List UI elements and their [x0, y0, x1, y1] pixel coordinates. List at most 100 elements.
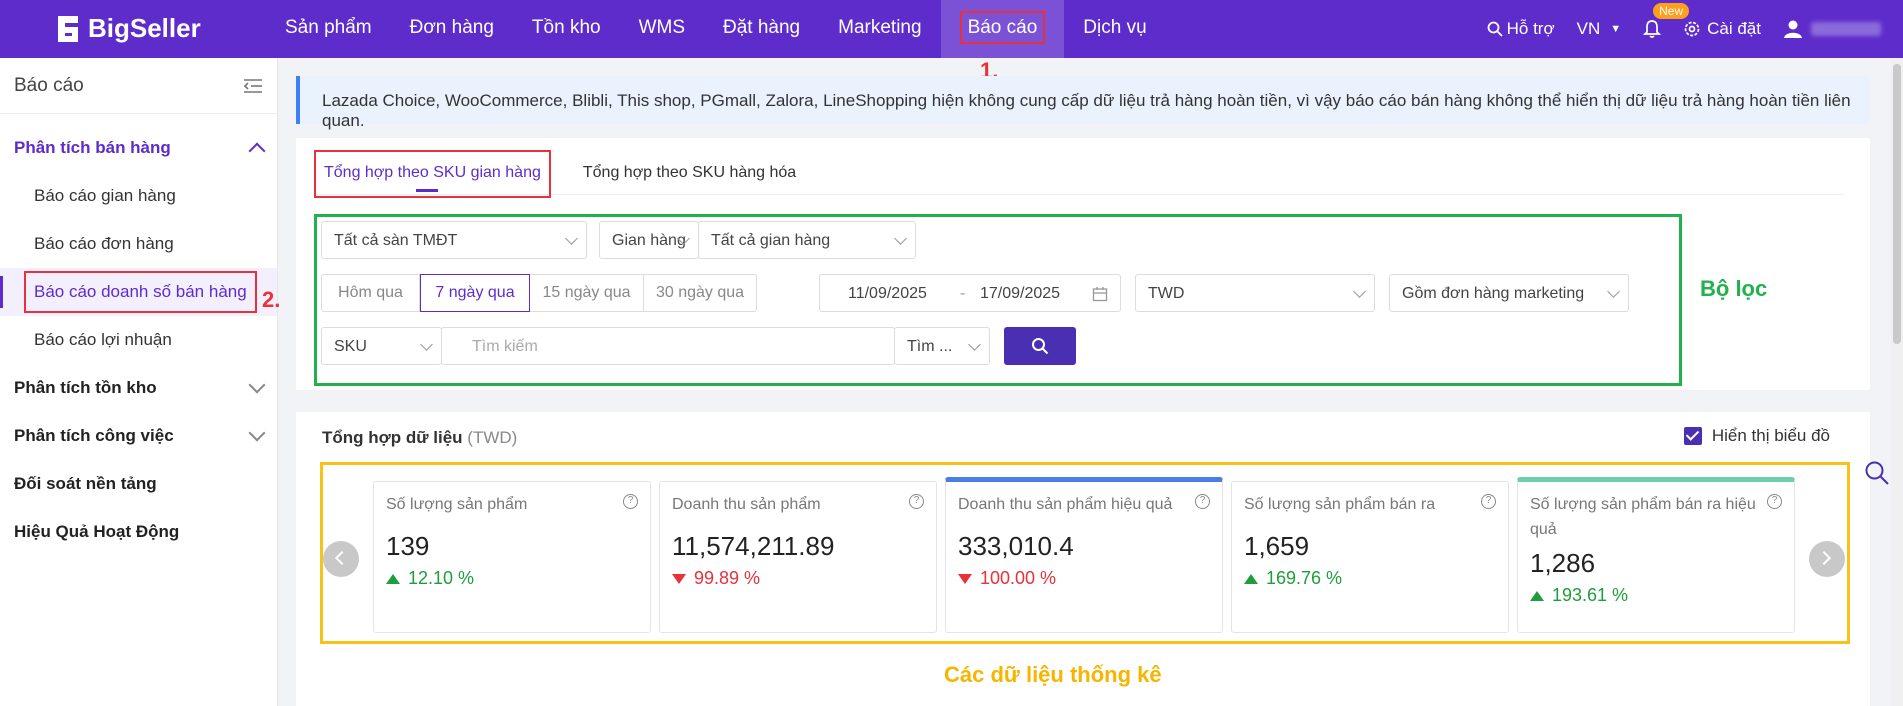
scrollbar-thumb[interactable] — [1893, 64, 1901, 344]
sidebar-header: Báo cáo — [0, 58, 277, 114]
search-mode-value: Tìm ... — [907, 338, 953, 355]
logo-text: BigSeller — [88, 13, 201, 43]
sidebar-group-work-analysis[interactable]: Phân tích công việc — [0, 412, 277, 460]
stat-value: 1,659 — [1244, 531, 1310, 561]
sidebar-group-sales-analysis[interactable]: Phân tích bán hàng — [0, 124, 277, 172]
range-30-days[interactable]: 30 ngày qua — [644, 275, 756, 311]
sidebar-item-label: Báo cáo đơn hàng — [34, 234, 174, 253]
tab-goods-sku-summary[interactable]: Tổng hợp theo SKU hàng hóa — [575, 150, 804, 194]
collapse-menu-icon[interactable] — [243, 78, 263, 94]
marketing-select[interactable]: Gồm đơn hàng marketing — [1389, 274, 1629, 312]
nav-item-marketing[interactable]: Marketing — [819, 0, 940, 58]
notification-button[interactable]: New — [1643, 3, 1690, 39]
search-mode-select[interactable]: Tìm ... — [894, 327, 990, 365]
range-15-days[interactable]: 15 ngày qua — [530, 275, 644, 311]
nav-label: WMS — [638, 17, 686, 38]
sidebar-group-label: Hiệu Quả Hoạt Động — [14, 522, 180, 541]
prev-arrow-button[interactable] — [323, 541, 359, 577]
language-select[interactable]: VN ▼ — [1577, 19, 1622, 39]
range-yesterday[interactable]: Hôm qua — [322, 275, 420, 311]
sidebar-group-label: Phân tích công việc — [14, 426, 174, 445]
search-field-select[interactable]: SKU — [321, 327, 442, 365]
stat-card: Doanh thu sản phẩm hiệu quả ? 333,010.4 … — [945, 477, 1223, 633]
help-icon[interactable]: ? — [1481, 494, 1496, 509]
new-badge: New — [1653, 3, 1690, 19]
nav-item-wms[interactable]: WMS — [620, 0, 704, 58]
shop-select[interactable]: Tất cả gian hàng — [698, 221, 916, 259]
stat-change-value: 169.76 % — [1266, 568, 1343, 588]
sidebar-item-profit-report[interactable]: Báo cáo lợi nhuận — [0, 316, 277, 364]
nav-item-inventory[interactable]: Tồn kho — [513, 0, 620, 58]
help-icon[interactable]: ? — [909, 494, 924, 509]
stat-change: 12.10 % — [386, 568, 638, 589]
stats-area: Số lượng sản phẩm ? 139 12.10 % Doanh th… — [320, 462, 1850, 644]
nav-item-products[interactable]: Sản phẩm — [266, 0, 391, 58]
filter-annotation-label: Bộ lọc — [1700, 276, 1768, 301]
nav-label: Sản phẩm — [285, 17, 372, 38]
user-menu[interactable] — [1783, 19, 1881, 39]
sidebar-item-label: Báo cáo lợi nhuận — [34, 330, 172, 349]
sidebar-group-inventory-analysis[interactable]: Phân tích tồn kho — [0, 364, 277, 412]
nav-item-purchase[interactable]: Đặt hàng — [704, 0, 819, 58]
support-link[interactable]: Hỗ trợ — [1487, 19, 1555, 39]
nav-item-orders[interactable]: Đơn hàng — [391, 0, 513, 58]
nav-item-services[interactable]: Dịch vụ — [1064, 0, 1165, 58]
help-icon[interactable]: ? — [623, 494, 638, 509]
logo[interactable]: BigSeller — [54, 13, 201, 44]
sidebar-title: Báo cáo — [14, 74, 84, 96]
tab-shop-sku-summary[interactable]: Tổng hợp theo SKU gian hàng — [314, 150, 551, 198]
checkbox-checked-icon — [1683, 427, 1702, 445]
sidebar-group-label: Phân tích tồn kho — [14, 378, 157, 397]
sidebar-item-order-report[interactable]: Báo cáo đơn hàng — [0, 220, 277, 268]
sidebar-group-platform-reconciliation[interactable]: Đối soát nền tảng — [0, 460, 277, 508]
bell-icon — [1643, 20, 1662, 38]
date-separator: - — [960, 285, 966, 302]
range-7-days[interactable]: 7 ngày qua — [420, 274, 530, 312]
sidebar-item-label: Báo cáo gian hàng — [34, 186, 176, 205]
sidebar-group-label: Đối soát nền tảng — [14, 474, 157, 493]
settings-link[interactable]: Cài đặt — [1683, 19, 1761, 39]
chevron-down-icon — [894, 232, 907, 245]
stat-label: Doanh thu sản phẩm hiệu quả — [958, 496, 1173, 513]
stat-card: Doanh thu sản phẩm ? 11,574,211.89 99.89… — [659, 481, 937, 633]
chevron-down-icon — [1607, 285, 1620, 298]
user-icon — [1784, 20, 1802, 38]
zoom-search-icon[interactable] — [1864, 460, 1890, 486]
help-icon[interactable]: ? — [1767, 494, 1782, 509]
arrow-up-icon — [1244, 573, 1258, 584]
help-icon[interactable]: ? — [1195, 494, 1210, 509]
stat-card: Số lượng sản phẩm bán ra hiệu quả ? 1,28… — [1517, 477, 1795, 633]
stat-value: 333,010.4 — [958, 531, 1074, 561]
search-field-value: SKU — [334, 338, 367, 355]
stat-card: Số lượng sản phẩm bán ra ? 1,659 169.76 … — [1231, 481, 1509, 633]
currency-select[interactable]: TWD — [1135, 274, 1375, 312]
search-input[interactable]: Tìm kiếm — [441, 327, 895, 365]
nav-item-reports[interactable]: Báo cáo — [940, 0, 1065, 58]
stat-label: Số lượng sản phẩm bán ra hiệu quả — [1530, 496, 1756, 538]
chevron-up-icon — [248, 142, 266, 160]
search-button[interactable] — [1004, 327, 1076, 365]
language-label: VN — [1576, 19, 1601, 38]
show-chart-label: Hiển thị biểu đồ — [1711, 426, 1830, 445]
page-scrollbar[interactable] — [1891, 58, 1903, 706]
sidebar-item-sales-revenue-report[interactable]: Báo cáo doanh số bán hàng — [0, 268, 277, 316]
sidebar: Báo cáo Phân tích bán hàng Báo cáo gian … — [0, 58, 278, 706]
platform-select[interactable]: Tất cả sàn TMĐT — [321, 221, 587, 259]
settings-label: Cài đặt — [1707, 19, 1761, 38]
caret-down-icon: ▼ — [1610, 23, 1622, 35]
top-navbar: BigSeller Sản phẩm Đơn hàng Tồn kho WMS … — [0, 0, 1903, 58]
shop-type-select[interactable]: Gian hàng — [599, 221, 699, 259]
date-range-picker[interactable]: 11/09/2025 - 17/09/2025 — [819, 274, 1121, 312]
sidebar-group-label: Phân tích bán hàng — [14, 138, 171, 157]
calendar-icon — [1092, 287, 1108, 302]
arrow-up-icon — [1530, 590, 1544, 601]
date-from: 11/09/2025 — [848, 285, 927, 302]
marketing-value: Gồm đơn hàng marketing — [1402, 285, 1585, 302]
filter-area: Tất cả sàn TMĐT Gian hàng Tất cả gian hà… — [314, 214, 1682, 386]
sidebar-group-operation-efficiency[interactable]: Hiệu Quả Hoạt Động — [0, 508, 277, 556]
stat-card: Số lượng sản phẩm ? 139 12.10 % — [373, 481, 651, 633]
show-chart-toggle[interactable]: Hiển thị biểu đồ — [1683, 426, 1830, 446]
sidebar-item-shop-report[interactable]: Báo cáo gian hàng — [0, 172, 277, 220]
chevron-down-icon — [248, 424, 266, 442]
next-arrow-button[interactable] — [1809, 541, 1845, 577]
